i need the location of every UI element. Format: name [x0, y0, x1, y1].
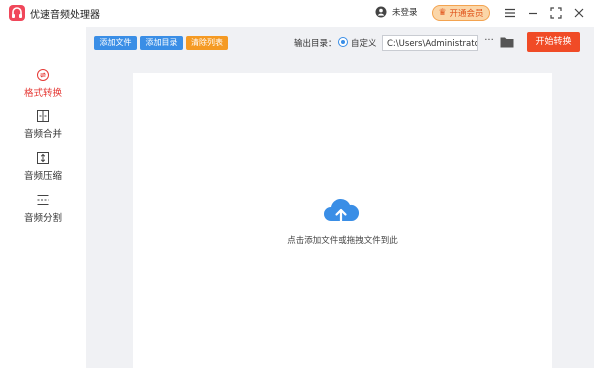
- custom-radio[interactable]: [338, 37, 348, 47]
- sidebar-item-label: 音频分割: [23, 213, 62, 224]
- sidebar-item-label: 格式转换: [23, 88, 62, 99]
- app-logo-icon: [9, 5, 25, 21]
- sidebar-item-audio-merge[interactable]: 音频合并: [0, 109, 86, 147]
- sidebar: 格式转换 音频合并 音频压缩 音频分割: [0, 27, 86, 368]
- menu-icon[interactable]: [502, 5, 518, 21]
- start-convert-button[interactable]: 开始转换: [527, 32, 580, 52]
- drop-zone[interactable]: 点击添加文件或拖拽文件到此: [133, 73, 552, 368]
- login-button[interactable]: 未登录: [375, 6, 418, 18]
- crown-icon: ♛: [438, 8, 447, 18]
- clear-list-button[interactable]: 清除列表: [186, 36, 228, 50]
- sidebar-item-audio-split[interactable]: 音频分割: [0, 193, 86, 231]
- add-file-button[interactable]: 添加文件: [94, 36, 137, 50]
- maximize-icon[interactable]: [548, 5, 564, 21]
- toolbar: 添加文件 添加目录 清除列表 输出目录： 自定义 C:\Users\Admini…: [86, 27, 594, 61]
- vip-button[interactable]: ♛ 开通会员: [432, 5, 490, 21]
- vip-label: 开通会员: [449, 9, 484, 19]
- drop-hint-text: 点击添加文件或拖拽文件到此: [287, 236, 398, 246]
- app-title: 优速音频处理器: [30, 10, 100, 21]
- output-dir-label: 输出目录：: [294, 39, 337, 49]
- minimize-icon[interactable]: [525, 5, 541, 21]
- login-label: 未登录: [392, 8, 418, 18]
- sidebar-item-audio-compress[interactable]: 音频压缩: [0, 151, 86, 189]
- title-bar: 优速音频处理器 未登录 ♛ 开通会员: [0, 0, 594, 27]
- output-path-input[interactable]: C:\Users\Administrator\: [382, 35, 478, 51]
- format-convert-icon: [36, 68, 50, 82]
- close-icon[interactable]: [571, 5, 587, 21]
- cloud-upload-icon: [322, 197, 360, 227]
- custom-radio-label[interactable]: 自定义: [351, 37, 377, 49]
- user-icon: [375, 6, 387, 18]
- folder-icon[interactable]: [500, 36, 514, 48]
- sidebar-item-format-convert[interactable]: 格式转换: [0, 68, 86, 106]
- audio-compress-icon: [36, 151, 50, 165]
- audio-merge-icon: [36, 109, 50, 123]
- audio-split-icon: [36, 193, 50, 207]
- sidebar-item-label: 音频合并: [23, 129, 62, 140]
- add-folder-button[interactable]: 添加目录: [140, 36, 183, 50]
- sidebar-item-label: 音频压缩: [23, 171, 62, 182]
- browse-more-button[interactable]: ···: [483, 35, 495, 49]
